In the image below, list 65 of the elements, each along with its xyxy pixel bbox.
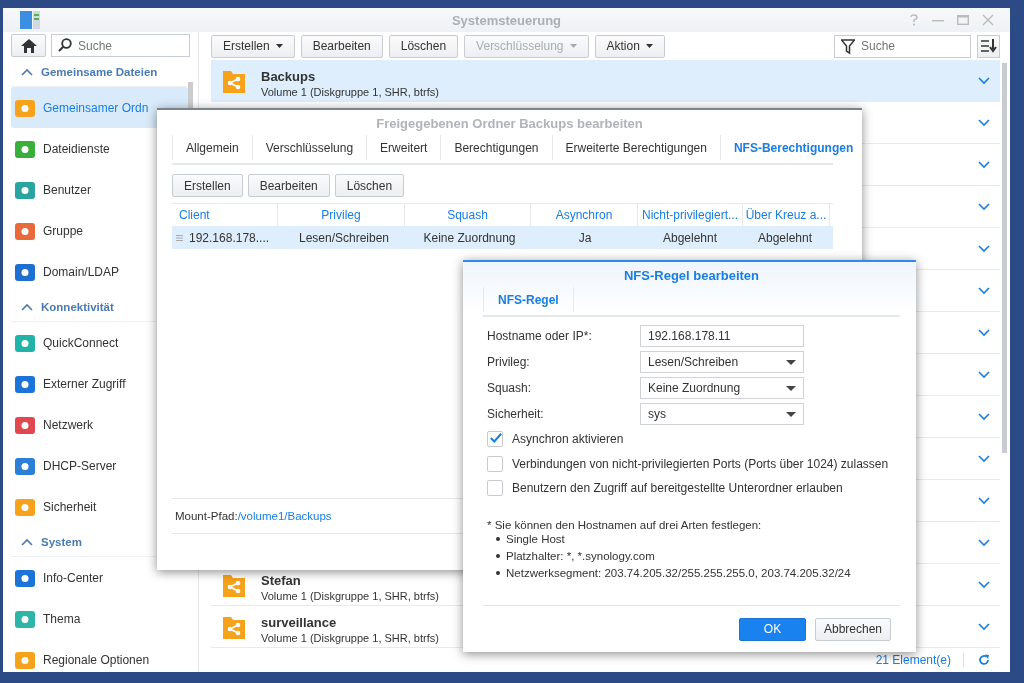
table-cell-text: Ja [577,230,593,245]
field-label: Hostname oder IP*: [487,329,593,343]
section-header: Gemeinsame Dateien [41,65,158,78]
folder-volume: Volume 1 (Diskgruppe 1, SHR, btrfs) [261,632,439,645]
folder-volume: Volume 1 (Diskgruppe 1, SHR, btrfs) [261,590,439,603]
mount-path-label: Mount-Pfad: [175,510,238,522]
sidebar-item[interactable]: Info-Center [11,557,188,598]
tab[interactable]: Berechtigungen [441,135,553,160]
dialog-title: Freigegebenen Ordner Backups bearbeiten [376,115,643,133]
search-field[interactable]: Suche [51,34,190,57]
section-header: Konnektivität [41,300,114,313]
folder-name: Backups [261,69,317,85]
dropdown[interactable]: Lesen/Schreiben [640,351,804,373]
folder-name: surveillance [261,615,338,631]
dialog-button[interactable]: Löschen [334,174,405,197]
mount-path-link[interactable]: /volume1/Backups [237,510,332,522]
table-cell-text: Keine Zuordnung [422,230,517,245]
tab[interactable]: Erweiterte Berechtigungen [552,135,721,160]
tab[interactable]: NFS-Regel [483,287,574,312]
tab[interactable]: Allgemein [172,135,253,160]
sidebar-item[interactable]: Thema [11,598,188,639]
table-cell-text: Abgelehnt [756,230,813,245]
hint-list-item: Netzwerksegment: 203.74.205.32/255.255.255.0, 203.74.205.32/24 [506,567,851,579]
tab[interactable]: NFS-Berechtigungen [720,135,868,160]
tab[interactable]: Erweitert [367,135,442,160]
toolbar-button[interactable]: Bearbeiten [300,34,383,58]
dialog-button[interactable]: OK [739,617,806,641]
hint-list-item: Single Host [506,533,565,545]
dialog-title: NFS-Regel bearbeiten [623,267,760,285]
toolbar-button[interactable]: Löschen [388,34,459,58]
table-cell-text: Lesen/Schreiben [297,230,391,245]
sidebar-item[interactable]: Gemeinsamer Ordn [11,87,188,128]
item-count: 21 Element(e) [875,653,964,668]
table-cell-text: Abgelehnt [661,230,718,245]
dialog-button[interactable]: Erstellen [172,174,243,197]
field-label: Privileg: [487,355,531,369]
filter-field[interactable]: Suche [834,34,971,58]
sidebar-item[interactable]: Domain/LDAP [11,251,188,292]
field-label: Squash: [487,381,533,395]
folder-row[interactable]: Backups Volume 1 (Diskgruppe 1, SHR, btrfs) [211,60,1000,103]
folder-name: Stefan [261,573,302,589]
sidebar-item[interactable]: DHCP-Server [11,445,188,486]
hint-text: * Sie können den Hostnamen auf drei Arten festlegen: [487,518,763,531]
input-field[interactable]: 192.168.178.11 [640,325,804,347]
section-header: System [41,535,82,548]
toolbar-button[interactable]: Erstellen [211,34,295,58]
dialog-button[interactable]: Bearbeiten [247,174,330,197]
dropdown[interactable]: sys [640,403,804,425]
folder-volume: Volume 1 (Diskgruppe 1, SHR, btrfs) [261,86,439,99]
toolbar-button[interactable]: Aktion [594,34,665,58]
tab[interactable]: Verschlüsselung [252,135,368,160]
window-title: Systemsteuerung [451,12,562,28]
table-cell-text: 192.168.178.... [189,230,271,245]
sidebar-item[interactable]: Regionale Optionen [11,639,188,680]
table-row[interactable]: 192.168.178.... Lesen/Schreiben Keine Zuordnung Ja Abgelehnt Abgelehnt [172,226,833,249]
dialog-button[interactable]: Abbrechen [815,617,891,641]
field-label: Sicherheit: [487,407,545,421]
sidebar-item[interactable]: QuickConnect [11,322,188,363]
checkbox-label: Asynchron aktivieren [512,432,624,447]
hint-list-item: Platzhalter: *, *.synology.com [506,550,655,562]
checkbox-label: Benutzern den Zugriff auf bereitgestellte Unterordner erlauben [512,481,843,496]
dropdown[interactable]: Keine Zuordnung [640,377,804,399]
checkbox-label: Verbindungen von nicht-privilegierten Ports (Ports über 1024) zulassen [512,456,889,471]
sidebar-item[interactable]: Netzwerk [11,404,188,445]
sidebar-item[interactable]: Externer Zugriff [11,363,188,404]
